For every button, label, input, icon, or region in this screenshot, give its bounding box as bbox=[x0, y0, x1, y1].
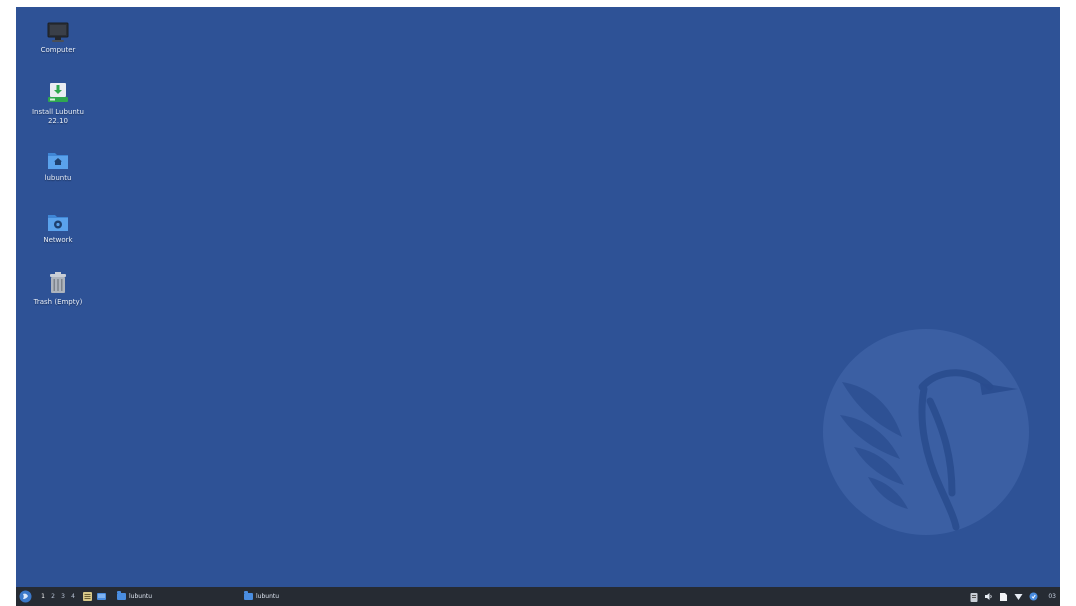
taskbar-task-lubuntu-2[interactable]: lubuntu bbox=[240, 590, 283, 603]
desktop-icon-label: Network bbox=[43, 236, 73, 244]
taskbar-task-lubuntu[interactable]: lubuntu bbox=[113, 590, 156, 603]
desktop-icon-trash[interactable]: Trash (Empty) bbox=[24, 269, 92, 307]
workspace-3[interactable]: 3 bbox=[58, 593, 68, 600]
workspace-4[interactable]: 4 bbox=[68, 593, 78, 600]
desktop-icon-label: Trash (Empty) bbox=[33, 298, 83, 306]
task-label: lubuntu bbox=[256, 593, 280, 600]
task-label: lubuntu bbox=[129, 593, 153, 600]
desktop-icon-network[interactable]: Network bbox=[24, 207, 92, 245]
file-manager-launcher-icon[interactable] bbox=[82, 591, 93, 602]
taskbar: 1 2 3 4 lubuntu lubuntu 03 bbox=[16, 587, 1060, 606]
network-folder-icon bbox=[45, 207, 71, 233]
clock[interactable]: 03 bbox=[1048, 593, 1056, 600]
desktop-icon-label: Computer bbox=[40, 46, 76, 54]
desktop-icon-install-lubuntu[interactable]: Install Lubuntu 22.10 bbox=[24, 79, 92, 126]
wifi-icon[interactable] bbox=[1014, 593, 1023, 601]
folder-icon bbox=[117, 591, 126, 600]
desktop-icon-label: lubuntu bbox=[44, 174, 72, 182]
lubuntu-menu-icon bbox=[19, 590, 32, 603]
folder-icon bbox=[244, 591, 253, 600]
workspace-2[interactable]: 2 bbox=[48, 593, 58, 600]
installer-icon bbox=[45, 79, 71, 105]
lubuntu-watermark-logo bbox=[823, 329, 1029, 535]
volume-icon[interactable] bbox=[984, 592, 993, 601]
workspace-1[interactable]: 1 bbox=[38, 593, 48, 600]
computer-icon bbox=[45, 17, 71, 43]
desktop-icon-home-folder[interactable]: lubuntu bbox=[24, 145, 92, 183]
desktop-icon-computer[interactable]: Computer bbox=[24, 17, 92, 55]
start-menu-button[interactable] bbox=[19, 590, 32, 603]
trash-icon bbox=[45, 269, 71, 295]
home-folder-icon bbox=[45, 145, 71, 171]
workspace-switcher: 1 2 3 4 bbox=[38, 593, 78, 600]
system-tray: 03 bbox=[970, 587, 1056, 606]
update-notifier-icon[interactable] bbox=[1029, 592, 1038, 601]
desktop-screen: Computer Install Lubuntu 22.10 lubuntu N… bbox=[16, 7, 1060, 606]
quicklaunch bbox=[82, 591, 107, 602]
show-desktop-icon[interactable] bbox=[96, 591, 107, 602]
notes-icon[interactable] bbox=[999, 592, 1008, 602]
desktop-icon-label: Install Lubuntu 22.10 bbox=[31, 108, 84, 125]
clipboard-icon[interactable] bbox=[970, 592, 978, 602]
desktop-area[interactable]: Computer Install Lubuntu 22.10 lubuntu N… bbox=[16, 7, 1060, 587]
